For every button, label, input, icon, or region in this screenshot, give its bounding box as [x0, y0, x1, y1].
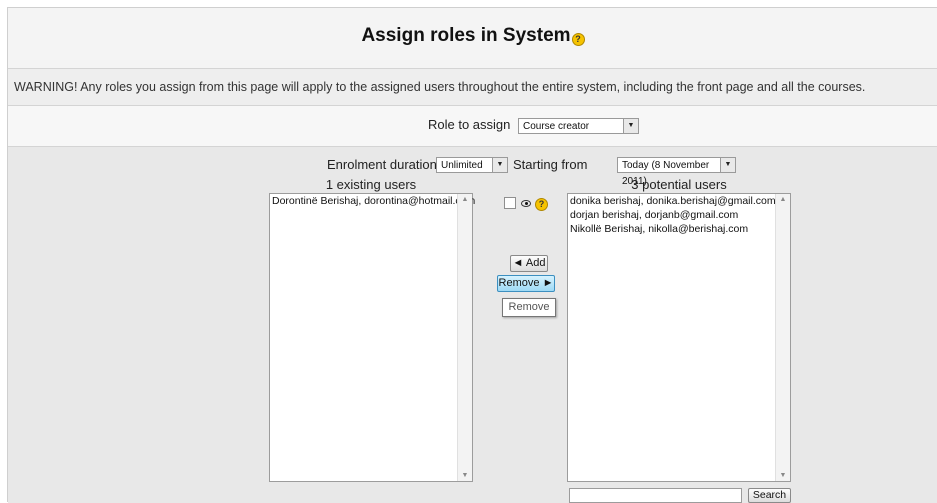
remove-button[interactable]: Remove ►: [497, 275, 555, 292]
potential-users-heading: 3 potential users: [631, 177, 727, 192]
help-icon[interactable]: ?: [571, 33, 585, 46]
scroll-up-arrow-icon[interactable]: ▲: [776, 196, 790, 203]
role-row: Role to assign Course creator ▼: [8, 106, 937, 147]
existing-users-scrollbar[interactable]: ▲ ▼: [457, 194, 472, 481]
existing-users-heading: 1 existing users: [325, 177, 417, 192]
chevron-down-icon[interactable]: ▼: [720, 158, 735, 172]
scroll-down-arrow-icon[interactable]: ▼: [776, 472, 790, 479]
help-icon[interactable]: ?: [535, 198, 548, 211]
role-select-value: Course creator: [523, 121, 590, 132]
existing-users-list[interactable]: Dorontinë Berishaj, dorontina@hotmail.co…: [269, 193, 475, 482]
chevron-down-icon[interactable]: ▼: [492, 158, 507, 172]
scroll-down-arrow-icon[interactable]: ▼: [458, 472, 472, 479]
starting-from-label: Starting from: [513, 157, 588, 172]
warning-row: WARNING! Any roles you assign from this …: [8, 69, 937, 106]
warning-message: WARNING! Any roles you assign from this …: [14, 80, 866, 94]
enrolment-duration-label: Enrolment duration: [327, 157, 437, 172]
enrolment-duration-select[interactable]: Unlimited ▼: [436, 157, 508, 173]
assign-roles-panel: Assign roles in System? WARNING! Any rol…: [7, 7, 937, 503]
scroll-up-arrow-icon[interactable]: ▲: [458, 196, 472, 203]
list-item[interactable]: Dorontinë Berishaj, dorontina@hotmail.co…: [270, 194, 475, 208]
enrolment-duration-value: Unlimited: [441, 160, 483, 171]
role-select[interactable]: Course creator ▼: [518, 118, 639, 134]
page-title-text: Assign roles in System: [361, 25, 571, 46]
eye-icon: [521, 200, 531, 207]
remove-tooltip: Remove: [502, 298, 556, 317]
list-item[interactable]: donika berishaj, donika.berishaj@gmail.c…: [568, 194, 790, 208]
show-hidden-checkbox[interactable]: [504, 197, 516, 209]
chevron-down-icon[interactable]: ▼: [623, 119, 638, 133]
add-button[interactable]: ◄ Add: [510, 255, 548, 272]
title-row: Assign roles in System?: [8, 8, 937, 69]
page-title: Assign roles in System?: [8, 25, 937, 47]
list-item[interactable]: Nikollë Berishaj, nikolla@berishaj.com: [568, 222, 790, 236]
role-to-assign-label: Role to assign: [428, 117, 511, 132]
starting-from-select[interactable]: Today (8 November 2011) ▼: [617, 157, 736, 187]
potential-users-scrollbar[interactable]: ▲ ▼: [775, 194, 790, 481]
potential-users-list[interactable]: donika berishaj, donika.berishaj@gmail.c…: [567, 193, 791, 482]
role-assignment-area: Enrolment duration Unlimited ▼ Starting …: [8, 147, 937, 503]
list-item[interactable]: dorjan berishaj, dorjanb@gmail.com: [568, 208, 790, 222]
